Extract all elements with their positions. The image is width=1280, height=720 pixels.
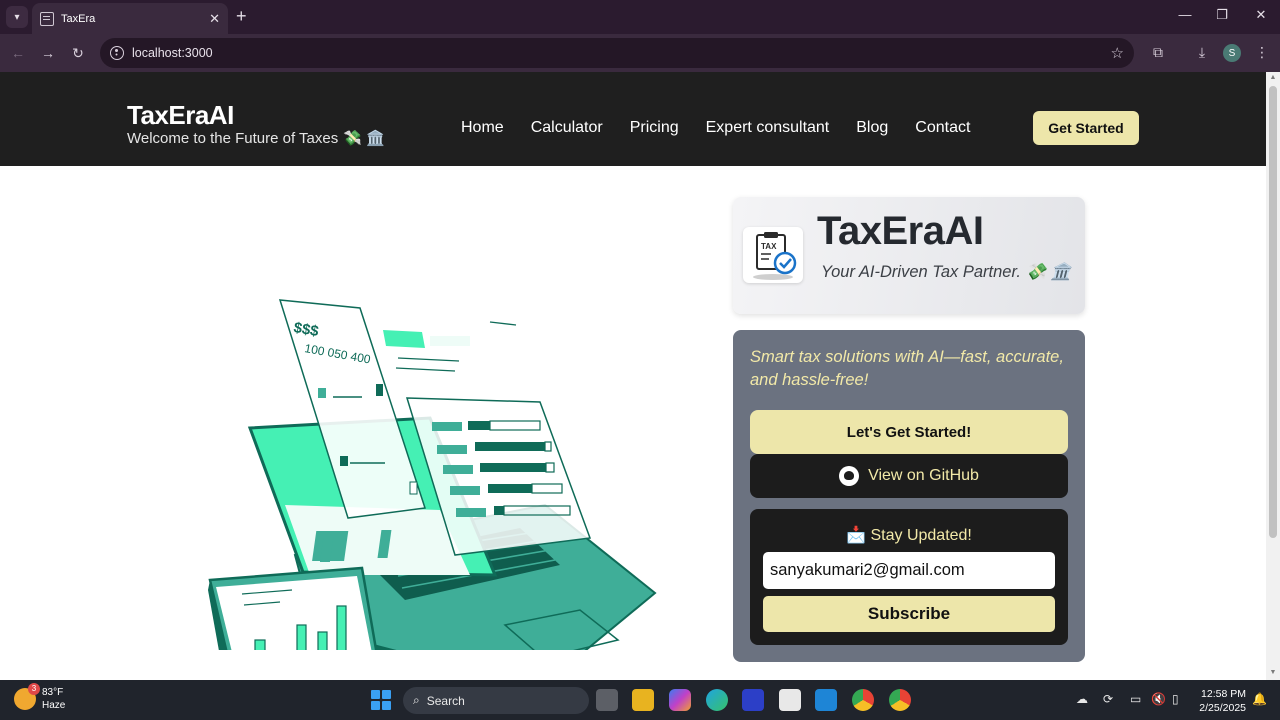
search-icon: ⌕ [413, 693, 420, 707]
browser-tab-bar: ▾ TaxEra ✕ + — ❐ ✕ [0, 0, 1280, 34]
new-tab-icon[interactable]: + [236, 7, 247, 25]
card-tagline: Your AI-Driven Tax Partner. 💸 🏛️ [821, 263, 1072, 281]
subscribe-button[interactable]: Subscribe [763, 596, 1055, 632]
weather-badge: 3 [28, 683, 40, 695]
tablet-chart [208, 566, 378, 650]
windows-taskbar: 3 83°F Haze ⌕ Search ☁ ⟳ ▭ 🔇 ▯ 12:58 PM … [0, 680, 1280, 720]
weather-widget[interactable]: 3 83°F Haze [14, 683, 65, 712]
back-arrow-icon[interactable]: ← [8, 43, 28, 63]
reload-icon[interactable]: ↻ [68, 43, 88, 63]
weather-temp: 83°F [42, 687, 64, 698]
weather-sun-icon: 3 [14, 683, 40, 710]
clock-date: 2/25/2025 [1199, 702, 1246, 714]
site-tagline: Welcome to the Future of Taxes 💸 🏛️ [127, 129, 385, 148]
extensions-icon[interactable]: ⧉ [1149, 44, 1167, 61]
cta-panel: Smart tax solutions with AI—fast, accura… [733, 330, 1085, 662]
copilot-icon[interactable] [669, 689, 691, 711]
site-info-icon[interactable] [110, 46, 124, 60]
profile-avatar[interactable]: S [1223, 44, 1241, 62]
chrome-profile-icon[interactable] [889, 689, 911, 711]
windows-start-icon[interactable] [371, 690, 391, 710]
taskbar-clock[interactable]: 12:58 PM 2/25/2025 [1196, 687, 1246, 715]
address-bar-row: ← → ↻ localhost:3000 ☆ ⧉ ⤓ ⋮ [0, 34, 1280, 72]
onedrive-cloud-icon[interactable]: ☁ [1076, 692, 1088, 706]
taskbar-search-label: Search [426, 693, 465, 708]
clock-time: 12:58 PM [1201, 688, 1246, 700]
weather-text: 83°F Haze [42, 686, 65, 712]
url-text[interactable]: localhost:3000 [132, 46, 213, 60]
sync-icon[interactable]: ⟳ [1103, 692, 1113, 706]
newsletter-box: 📩 Stay Updated! Subscribe [750, 509, 1068, 645]
hero-illustration: $$$ 100 050 400 [208, 299, 657, 650]
task-view-icon[interactable] [596, 689, 618, 711]
browser-tab[interactable]: TaxEra ✕ [32, 3, 228, 34]
weather-desc: Haze [42, 700, 66, 711]
taskbar-search[interactable]: ⌕ Search [403, 687, 589, 714]
main-nav: Home Calculator Pricing Expert consultan… [461, 119, 970, 137]
chrome-icon[interactable] [852, 689, 874, 711]
forward-arrow-icon[interactable]: → [38, 43, 58, 63]
view-on-github-button[interactable]: View on GitHub [750, 454, 1068, 498]
tab-favicon-icon [40, 11, 54, 26]
floating-lines [383, 321, 517, 372]
site-tagline-text: Welcome to the Future of Taxes [127, 129, 339, 147]
battery-icon[interactable]: ▯ [1172, 692, 1179, 706]
tab-close-icon[interactable]: ✕ [209, 11, 220, 27]
vscode-icon[interactable] [815, 689, 837, 711]
omnibox[interactable]: localhost:3000 ☆ [100, 38, 1134, 68]
bookmark-star-icon[interactable]: ☆ [1111, 44, 1124, 62]
page-scrollbar[interactable]: ▲ ▼ [1266, 72, 1280, 680]
notification-bell-icon[interactable]: 🔔 [1252, 692, 1267, 706]
site-brand-logo[interactable]: TaxEraAI [127, 100, 234, 131]
power-automate-icon[interactable] [742, 689, 764, 711]
lets-get-started-button[interactable]: Let's Get Started! [750, 410, 1068, 454]
nav-pricing[interactable]: Pricing [630, 119, 679, 137]
cta-description: Smart tax solutions with AI—fast, accura… [750, 348, 1064, 389]
nav-contact[interactable]: Contact [915, 119, 970, 137]
github-button-label: View on GitHub [868, 467, 979, 484]
site-header: TaxEraAI Welcome to the Future of Taxes … [0, 72, 1266, 166]
nav-home[interactable]: Home [461, 119, 504, 137]
minimize-icon[interactable]: — [1175, 7, 1195, 22]
scroll-down-icon[interactable]: ▼ [1269, 669, 1277, 676]
edge-browser-icon[interactable] [706, 689, 728, 711]
card-title: TaxEraAI [817, 209, 984, 253]
file-explorer-icon[interactable] [632, 689, 654, 711]
download-icon[interactable]: ⤓ [1193, 44, 1211, 61]
github-icon [839, 466, 860, 486]
display-icon[interactable]: ▭ [1130, 692, 1141, 706]
nav-calculator[interactable]: Calculator [531, 119, 603, 137]
email-input[interactable] [763, 552, 1055, 589]
page-viewport: TaxEraAI Welcome to the Future of Taxes … [0, 72, 1266, 680]
store-icon[interactable] [779, 689, 801, 711]
tab-search-chevron-icon[interactable]: ▾ [6, 6, 28, 28]
menu-kebab-icon[interactable]: ⋮ [1253, 44, 1271, 61]
tax-logo-icon: TAX [743, 227, 803, 283]
tab-title: TaxEra [61, 12, 96, 25]
close-window-icon[interactable]: ✕ [1251, 7, 1271, 23]
maximize-icon[interactable]: ❐ [1212, 7, 1232, 23]
tax-logo-text: TAX [761, 242, 777, 251]
scroll-up-icon[interactable]: ▲ [1269, 74, 1277, 81]
brand-card: TAX TaxEraAI Your AI-Driven Tax Partner.… [733, 197, 1085, 314]
volume-mute-icon[interactable]: 🔇 [1151, 692, 1166, 706]
nav-expert-consultant[interactable]: Expert consultant [706, 119, 830, 137]
site-tagline-emojis: 💸 🏛️ [343, 130, 385, 147]
nav-blog[interactable]: Blog [856, 119, 888, 137]
get-started-button[interactable]: Get Started [1033, 111, 1139, 145]
scroll-thumb[interactable] [1269, 86, 1277, 538]
newsletter-title: 📩 Stay Updated! [846, 527, 972, 544]
